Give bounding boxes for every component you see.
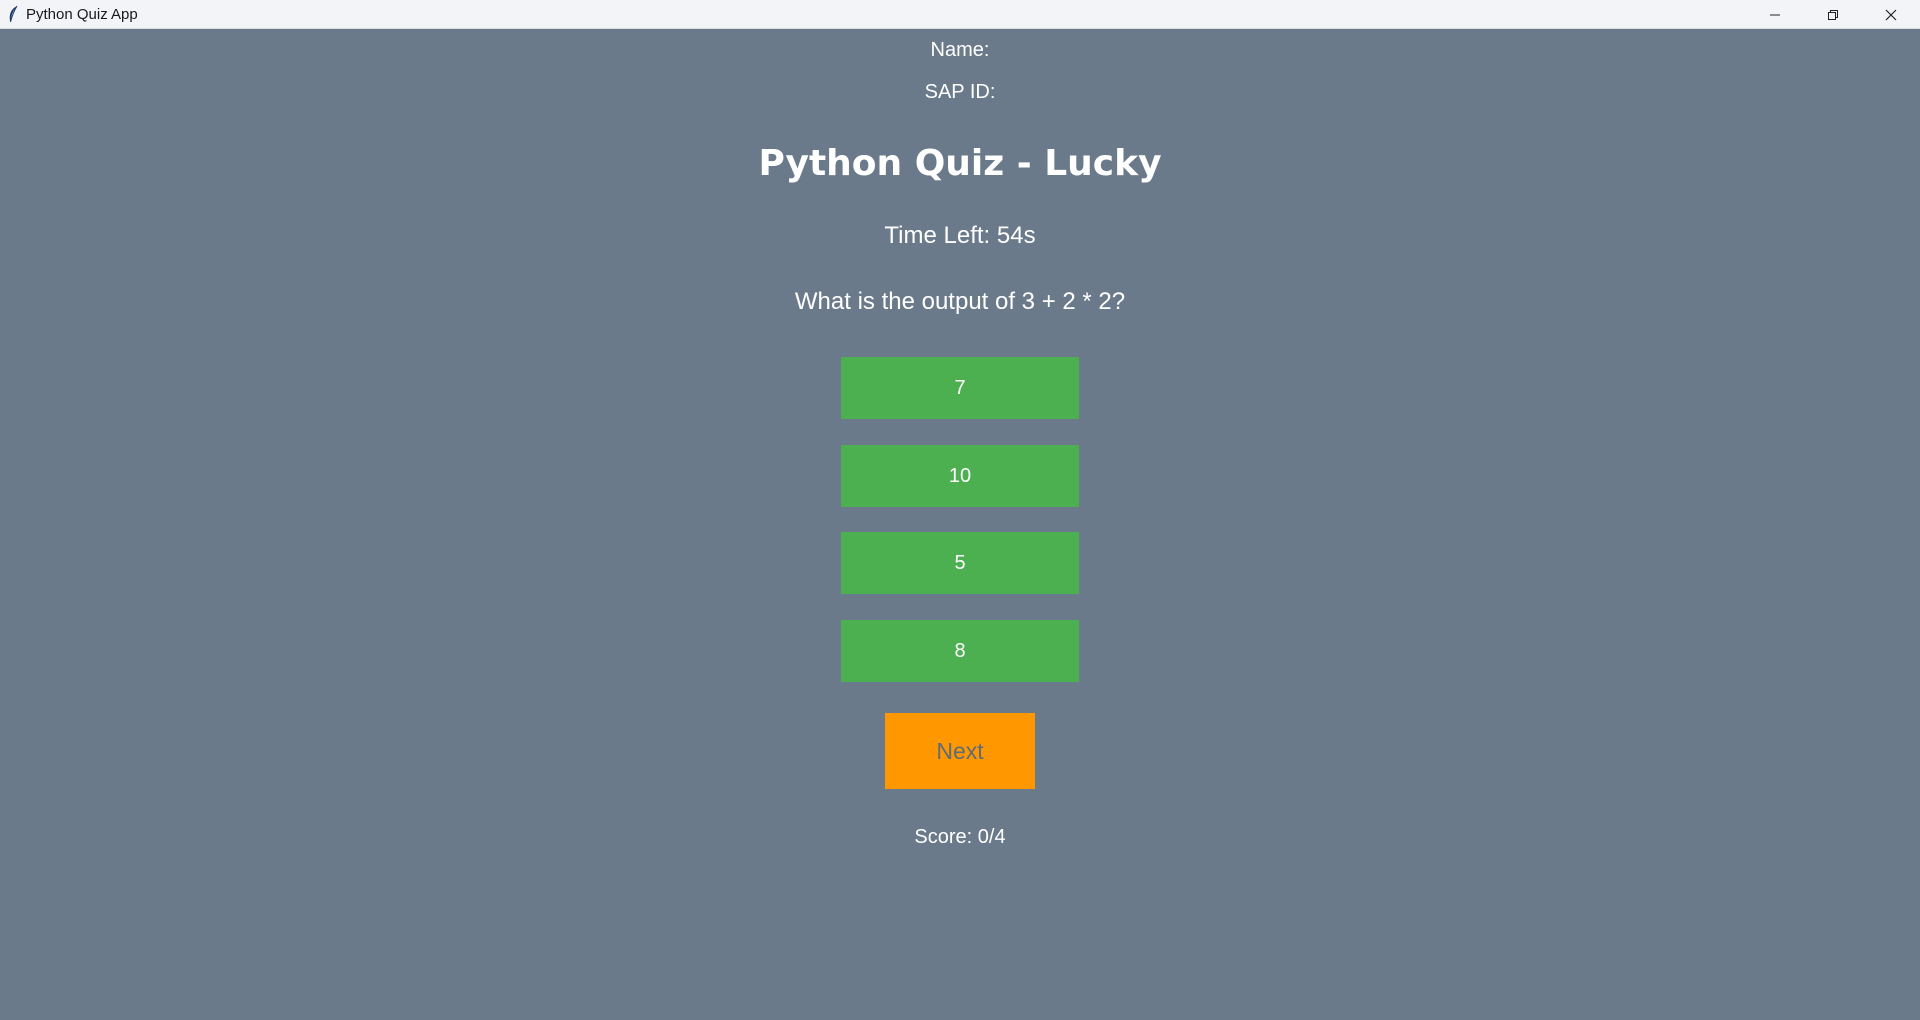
option-button[interactable]: 10 <box>841 445 1079 507</box>
option-button[interactable]: 7 <box>841 357 1079 419</box>
quiz-window-content: Name: SAP ID: Python Quiz - Lucky Time L… <box>0 29 1920 1020</box>
window-controls <box>1746 0 1920 29</box>
close-icon <box>1885 9 1897 20</box>
feather-icon <box>6 5 20 23</box>
restore-icon <box>1828 9 1838 20</box>
timer-label: Time Left: 54s <box>884 222 1036 249</box>
window-titlebar: Python Quiz App <box>0 0 1920 29</box>
question-text: What is the output of 3 + 2 * 2? <box>794 288 1126 315</box>
next-button[interactable]: Next <box>885 713 1035 789</box>
sap-id-label: SAP ID: <box>924 81 996 103</box>
name-label: Name: <box>930 39 990 61</box>
minimize-icon <box>1770 14 1780 15</box>
window-title: Python Quiz App <box>26 5 138 23</box>
option-button[interactable]: 5 <box>841 532 1079 594</box>
score-label: Score: 0/4 <box>914 826 1006 848</box>
option-button[interactable]: 8 <box>841 620 1079 682</box>
quiz-title: Python Quiz - Lucky <box>758 143 1162 184</box>
close-button[interactable] <box>1862 0 1920 29</box>
restore-button[interactable] <box>1804 0 1862 29</box>
minimize-button[interactable] <box>1746 0 1804 29</box>
